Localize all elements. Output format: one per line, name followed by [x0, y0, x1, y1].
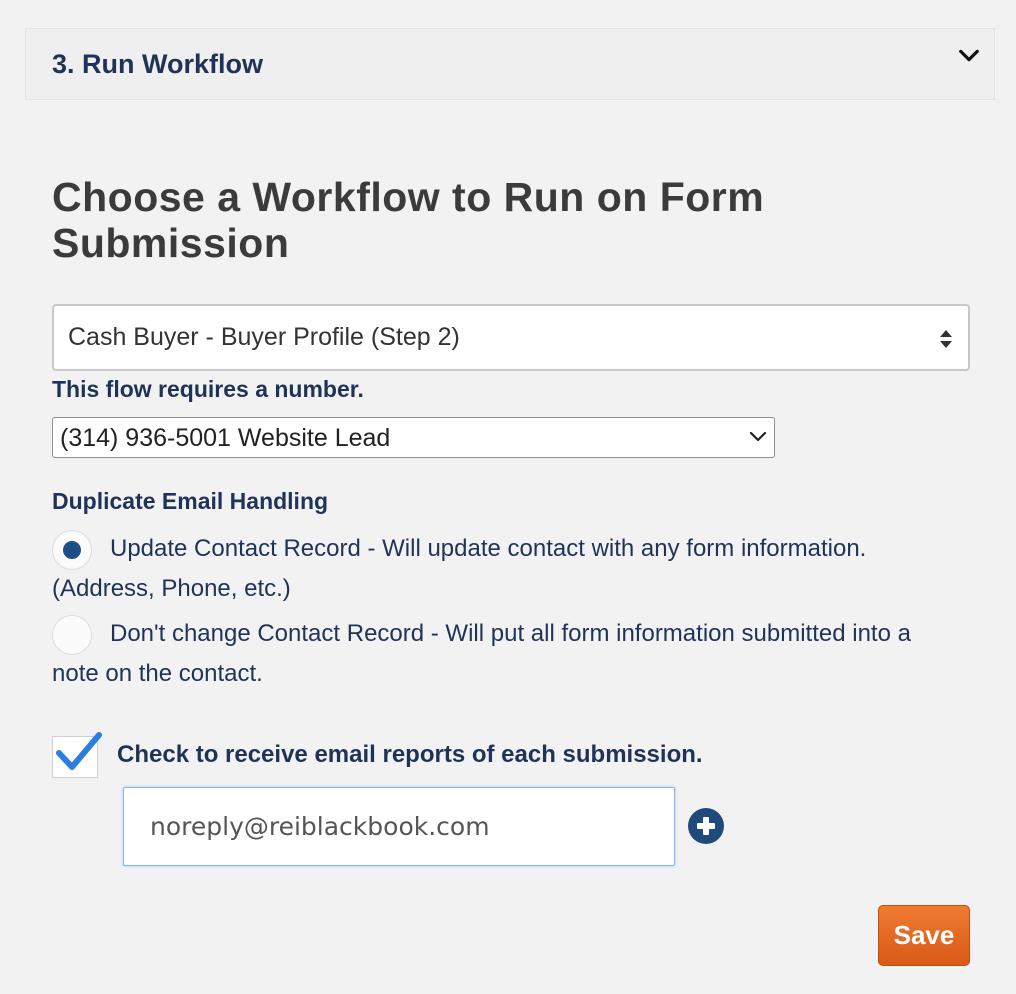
number-select[interactable]: (314) 936-5001 Website Lead [52, 417, 775, 458]
workflow-select[interactable]: Cash Buyer - Buyer Profile (Step 2) [52, 304, 970, 371]
select-arrows-icon [940, 330, 952, 348]
email-reports-checkbox[interactable] [52, 732, 102, 778]
section-title: 3. Run Workflow [52, 49, 264, 79]
radio-option-label: Don't change Contact Record - Will put a… [52, 620, 911, 687]
duplicate-email-label: Duplicate Email Handling [52, 488, 329, 514]
email-report-input[interactable] [123, 787, 675, 866]
save-button[interactable]: Save [878, 905, 970, 966]
radio-dont-change-contact[interactable] [52, 615, 92, 655]
workflow-select-value: Cash Buyer - Buyer Profile (Step 2) [68, 323, 460, 351]
page-title: Choose a Workflow to Run on Form Submiss… [52, 174, 765, 266]
number-select-value: (314) 936-5001 Website Lead [60, 424, 391, 452]
checkmark-icon [56, 732, 102, 770]
radio-option-label: Update Contact Record - Will update cont… [52, 535, 867, 602]
chevron-down-icon[interactable] [958, 45, 980, 67]
plus-circle-icon[interactable] [688, 808, 724, 844]
chevron-down-icon [749, 431, 767, 442]
radio-update-contact[interactable] [52, 530, 92, 570]
email-reports-label: Check to receive email reports of each s… [117, 741, 703, 768]
section-header[interactable]: 3. Run Workflow [25, 28, 995, 100]
requires-number-label: This flow requires a number. [52, 376, 364, 402]
radio-selected-dot [63, 541, 81, 559]
